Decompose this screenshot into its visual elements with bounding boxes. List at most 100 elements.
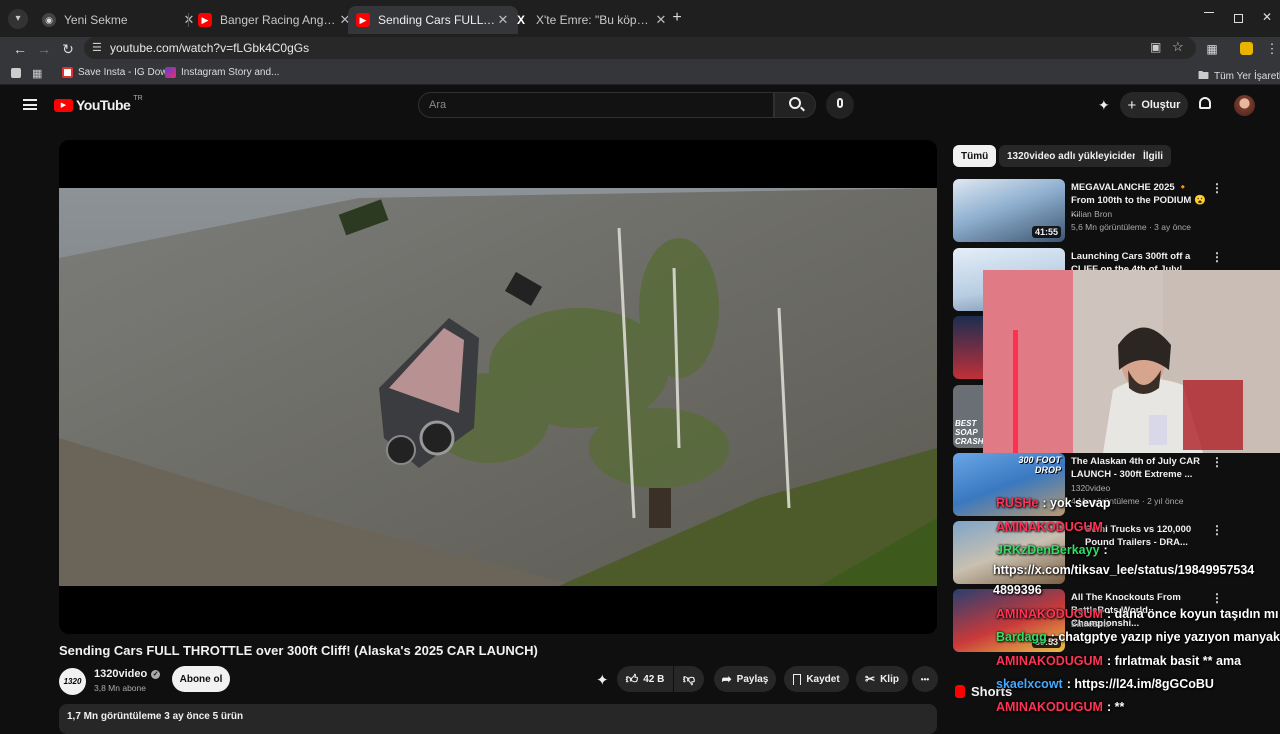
tab-title: Yeni Sekme: [64, 13, 128, 27]
bookmark-item[interactable]: Instagram Story and...: [165, 67, 279, 78]
youtube-logo[interactable]: ▶ YouTube TR: [54, 94, 143, 113]
x-logo-icon: X: [516, 13, 525, 27]
recommended-video[interactable]: 41:55 MEGAVALANCHE 2025 🔸 From 100th to …: [953, 179, 1280, 243]
site-info-icon[interactable]: ☰: [92, 41, 102, 54]
video-duration: 41:55: [1031, 226, 1061, 238]
chat-message: JRKzDenBerkayy:: [996, 543, 1108, 557]
folder-icon: 🖿: [1198, 70, 1209, 82]
chat-username: AMINAKODUGUM: [996, 700, 1103, 714]
region-code: TR: [133, 94, 143, 102]
more-vert-icon[interactable]: ⋮: [1211, 523, 1223, 537]
reload-icon[interactable]: ↻: [58, 39, 78, 59]
create-label: Oluştur: [1141, 99, 1181, 111]
chat-text: :: [1103, 543, 1108, 557]
video-thumbnail[interactable]: 41:55: [953, 179, 1065, 242]
minimize-icon[interactable]: [1204, 12, 1214, 13]
more-vert-icon[interactable]: ⋮: [1211, 591, 1223, 605]
notifications-bell-icon[interactable]: [1199, 97, 1211, 109]
bookmark-label: Save Insta - IG Dow...: [78, 67, 176, 78]
description-box[interactable]: 1,7 Mn görüntüleme 3 ay önce 5 ürün: [59, 704, 937, 734]
search-placeholder: Ara: [429, 99, 447, 111]
back-icon[interactable]: ←: [10, 39, 30, 59]
channel-name-label: 1320video: [94, 668, 148, 680]
video-channel[interactable]: 1320video: [1071, 483, 1110, 493]
search-button[interactable]: [774, 92, 816, 118]
chat-message: skaelxcowt: https://l24.im/8gGCoBU: [996, 677, 1214, 691]
share-arrow-icon: ➦: [721, 672, 732, 686]
bookmark-star-icon[interactable]: ☆: [1172, 39, 1184, 55]
chip-uploader[interactable]: 1320video adlı yükleyiciden: [999, 145, 1147, 167]
chip-related[interactable]: İlgili: [1135, 145, 1171, 167]
chip-all[interactable]: Tümü: [953, 145, 997, 167]
video-title: Sending Cars FULL THROTTLE over 300ft Cl…: [59, 643, 538, 658]
chat-message: Bardagg: chatgptye yazıp niye yazıyon ma…: [996, 630, 1280, 644]
video-meta: 5,6 Mn görüntüleme · 3 ay önce: [1071, 222, 1192, 232]
chip-label: Tümü: [961, 150, 989, 162]
clip-button[interactable]: ✂ Klip: [856, 666, 908, 692]
chat-username: JRKzDenBerkayy: [996, 543, 1100, 557]
more-actions-button[interactable]: •••: [912, 666, 938, 692]
video-player[interactable]: [59, 140, 937, 634]
extension-icon[interactable]: [1240, 42, 1253, 55]
browser-tab[interactable]: ▶ Banger Racing Angmering Raceway ✕: [190, 6, 360, 34]
sidebar-icon[interactable]: [11, 68, 21, 78]
youtube-play-icon: ▶: [54, 98, 73, 112]
like-button[interactable]: 👍︎ 42 B: [617, 666, 673, 692]
scissors-icon: ✂: [865, 672, 876, 686]
chat-username: AMINAKODUGUM: [996, 654, 1103, 668]
verified-check-icon: ✓: [151, 669, 161, 679]
chat-text: : dana önce koyun taşıdın mı: [1106, 607, 1279, 621]
avatar[interactable]: [1234, 95, 1255, 116]
create-button[interactable]: + Oluştur: [1120, 92, 1188, 118]
channel-name[interactable]: 1320video ✓: [94, 668, 161, 680]
chat-text: 4899396: [993, 583, 1042, 597]
thumbnail-text: 300 FOOT DROP: [1018, 455, 1061, 475]
bookmark-icon: [793, 673, 802, 685]
chat-text: : yok sevap: [1042, 496, 1111, 510]
video-thumbnail[interactable]: BEST SOAP CRASH: [953, 385, 983, 448]
bookmark-item[interactable]: Save Insta - IG Dow...: [62, 67, 175, 78]
voice-search-button[interactable]: [826, 91, 854, 119]
video-channel[interactable]: Kilian Bron: [1071, 209, 1112, 219]
forward-icon[interactable]: →: [34, 39, 54, 59]
browser-tab[interactable]: ◉ Yeni Sekme ✕: [34, 6, 204, 34]
browser-tab[interactable]: X X'te Emre: "Bu köpek sizin olsaydı" ✕: [506, 6, 676, 34]
dislike-button[interactable]: 👎︎: [674, 666, 704, 692]
browser-tab-active[interactable]: ▶ Sending Cars FULL THROTTLE over 300ft …: [348, 6, 518, 34]
url-text[interactable]: youtube.com/watch?v=fLGbk4C0gGs: [110, 41, 309, 55]
more-vert-icon[interactable]: ⋮: [1211, 250, 1223, 264]
chat-message: AMINAKODUGUM: **: [996, 700, 1124, 714]
extensions-icon[interactable]: ▦: [1202, 39, 1222, 59]
new-tab-button[interactable]: +: [668, 9, 686, 27]
premium-sparkle-icon[interactable]: ✦: [596, 671, 609, 689]
save-button[interactable]: Kaydet: [784, 666, 849, 692]
close-tab-icon[interactable]: ✕: [654, 12, 668, 28]
video-title[interactable]: The Alaskan 4th of July CAR LAUNCH - 300…: [1071, 455, 1211, 481]
mic-icon: [837, 98, 843, 108]
premium-sparkle-icon[interactable]: ✦: [1098, 97, 1110, 114]
youtube-header: ▶ YouTube TR Ara ✦ + Oluştur: [0, 85, 1280, 125]
apps-grid-icon[interactable]: ▦: [32, 67, 42, 80]
chat-message: AMINAKODUGUM: dana önce koyun taşıdın mı: [996, 607, 1279, 621]
video-thumbnail[interactable]: [953, 316, 983, 379]
subscribe-button[interactable]: Abone ol: [172, 666, 230, 692]
channel-avatar[interactable]: 1320: [59, 668, 86, 695]
more-vert-icon[interactable]: ⋮: [1211, 181, 1223, 195]
search-input[interactable]: Ara: [418, 92, 774, 118]
chat-text: : **: [1106, 700, 1125, 714]
chat-message: AMINAKODUGUM: fırlatmak basit ** ama: [996, 654, 1241, 668]
close-window-icon[interactable]: ✕: [1262, 10, 1272, 24]
menu-kebab-icon[interactable]: ⋮: [1262, 39, 1280, 59]
cast-icon[interactable]: ▣: [1150, 40, 1161, 54]
hamburger-menu-icon[interactable]: [23, 99, 37, 110]
all-bookmarks[interactable]: 🖿 Tüm Yer İşaretleri: [1198, 67, 1280, 86]
address-bar[interactable]: ☰ youtube.com/watch?v=fLGbk4C0gGs ▣ ☆: [84, 37, 1196, 59]
chat-username: Bardagg: [996, 630, 1047, 644]
restore-icon[interactable]: [1234, 14, 1243, 23]
instagram-icon: [165, 67, 176, 78]
share-button[interactable]: ➦ Paylaş: [714, 666, 776, 692]
more-vert-icon[interactable]: ⋮: [1211, 455, 1223, 469]
thumbs-down-icon: 👎︎: [682, 671, 696, 686]
tab-search-button[interactable]: ▾: [8, 9, 28, 29]
save-label: Kaydet: [806, 673, 840, 685]
